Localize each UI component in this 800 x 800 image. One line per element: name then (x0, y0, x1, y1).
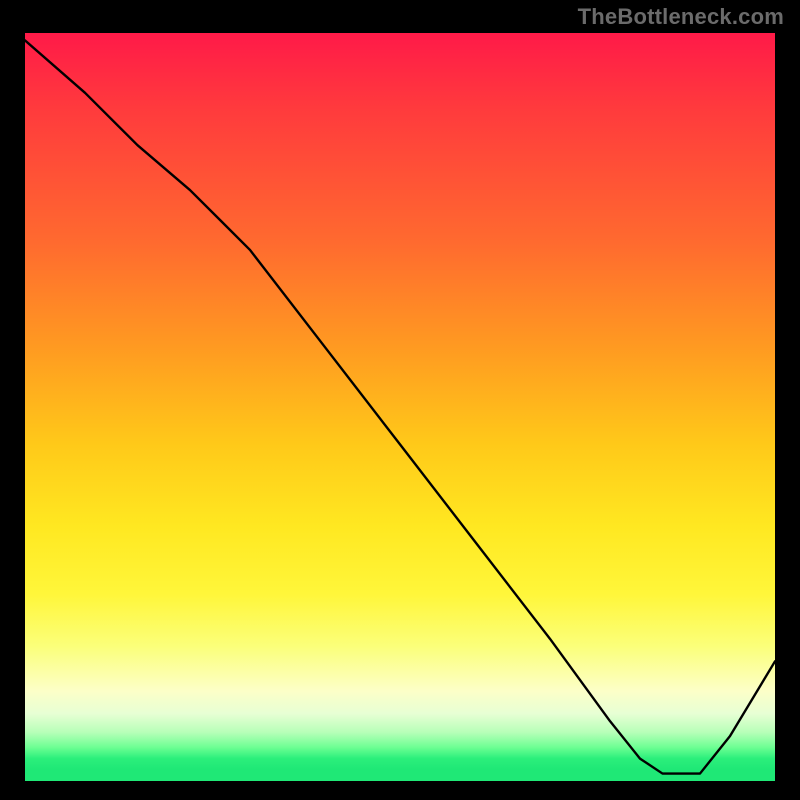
line-series (25, 33, 775, 781)
chart-frame: TheBottleneck.com (0, 0, 800, 800)
plot-area (22, 30, 778, 784)
watermark-text: TheBottleneck.com (578, 4, 784, 30)
